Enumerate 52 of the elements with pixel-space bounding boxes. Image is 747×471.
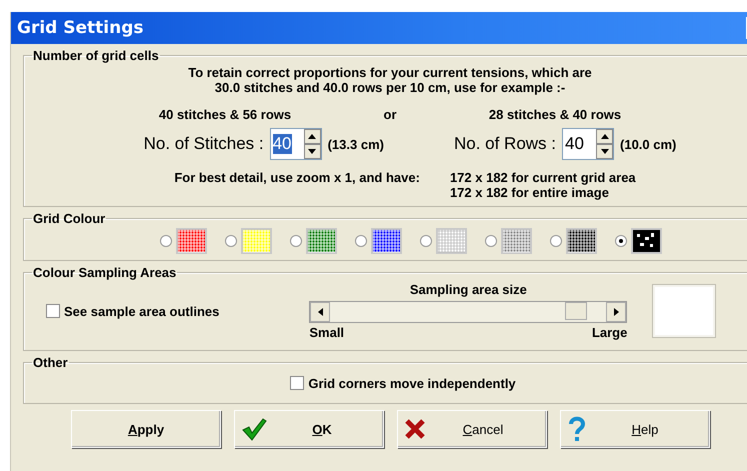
example-text: or [382,107,398,122]
checkbox-label: Grid corners move independently [308,376,516,391]
dialog-button[interactable]: Cancel [397,410,547,448]
left-arrow-icon [318,308,323,316]
checkbox[interactable] [46,304,60,318]
right-arrow-icon [614,308,619,316]
group-label: Colour Sampling Areas [32,265,178,280]
up-arrow-icon[interactable] [308,134,316,139]
checkbox-label: See sample area outlines [64,304,220,318]
example-text: 28 stitches & 40 rows [488,107,622,122]
max-label: Large [592,325,628,340]
window-title: Grid Settings [17,18,144,38]
checkbox[interactable] [290,376,304,390]
example-text: 40 stitches & 56 rows [158,107,292,122]
slider-title: Sampling area size [408,282,528,297]
dialog-button[interactable]: OK [234,410,384,448]
checkmark-icon [241,417,267,441]
radio-button[interactable] [290,235,302,247]
number-spinner[interactable]: 40 [562,128,614,160]
group-label: Grid Colour [32,211,106,226]
detail-value: 172 x 182 for entire image [450,185,610,200]
size-text: (10.0 cm) [620,136,676,152]
down-arrow-icon[interactable] [308,149,316,154]
radio-button[interactable] [160,235,172,247]
spinner-label: No. of Rows : [454,134,556,154]
size-text: (13.3 cm) [328,136,384,152]
info-text: 30.0 stitches and 40.0 rows per 10 cm, use for example :- [214,80,566,95]
slider-track[interactable] [309,301,628,323]
radio-button[interactable] [225,235,237,247]
radio-button[interactable] [550,235,562,247]
down-arrow-icon[interactable] [600,149,609,154]
min-label: Small [309,325,344,340]
info-text: To retain correct proportions for your current tensions, which are [188,65,592,80]
dialog-button[interactable]: Help [560,410,710,448]
sample-preview [653,285,716,337]
slider-thumb[interactable] [564,302,587,320]
scroll-right-button[interactable] [606,302,626,322]
detail-label: For best detail, use zoom x 1, and have: [174,170,420,187]
scroll-left-button[interactable] [310,302,330,322]
radio-button[interactable] [615,235,627,247]
radio-button[interactable] [485,235,497,247]
group-label: Number of grid cells [32,48,160,63]
cross-icon [404,418,426,440]
detail-value: 172 x 182 for current grid area [450,170,636,185]
radio-button[interactable] [355,235,367,247]
spinner-label: No. of Stitches : [144,134,264,154]
dialog-button[interactable]: Apply [71,410,221,448]
radio-button[interactable] [420,235,432,247]
up-arrow-icon[interactable] [600,134,609,139]
group-label: Other [32,355,69,370]
question-mark-icon [567,416,587,442]
number-spinner[interactable]: 40 [270,128,322,160]
